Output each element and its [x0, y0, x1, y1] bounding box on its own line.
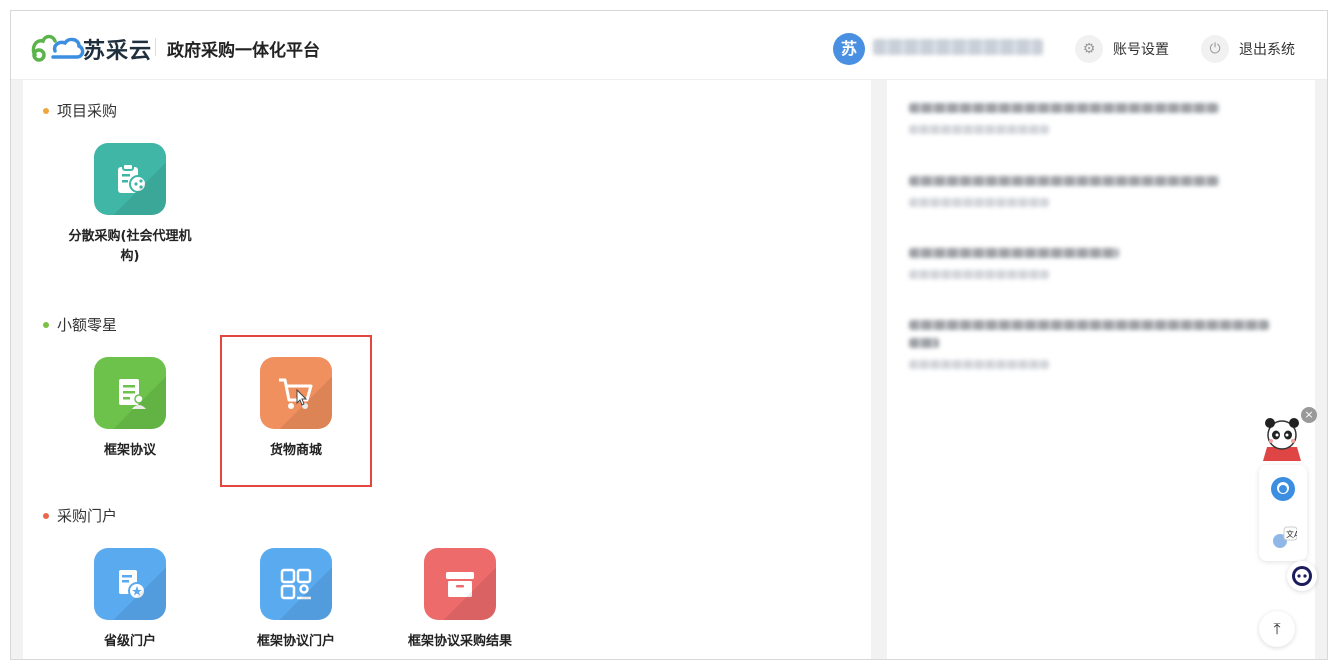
- document-star-icon: [94, 548, 166, 620]
- tile-provincial-portal[interactable]: 省级门户: [65, 548, 195, 652]
- notice-date-blurred: [909, 270, 1049, 279]
- tile-label: 框架协议采购结果: [407, 634, 512, 649]
- brand-name: 苏采云: [83, 39, 153, 64]
- notice-title-blurred: [909, 248, 1119, 258]
- section-title: 小额零星: [57, 316, 118, 334]
- float-toolbar: 文A: [1259, 465, 1307, 561]
- tile-label: 省级门户: [103, 634, 156, 649]
- notice-item[interactable]: [909, 103, 1219, 134]
- notice-title-blurred: [909, 320, 1269, 330]
- header-divider: [155, 38, 156, 56]
- gear-icon: ⚙: [1075, 35, 1103, 63]
- section-small-purchases: 小额零星: [43, 314, 117, 335]
- app-window: 苏采云 政府采购一体化平台 苏 ⚙ 账号设置 ⏻ 退出系统 项目采购 分散采购(…: [10, 10, 1328, 660]
- notice-title-blurred: [909, 176, 1219, 186]
- logout-label: 退出系统: [1239, 42, 1295, 58]
- sucaiyun-logo-icon: [31, 34, 85, 62]
- tile-label: 分散采购(社会代理机构): [68, 229, 192, 264]
- clipboard-share-icon: [94, 143, 166, 215]
- power-icon: ⏻: [1201, 35, 1229, 63]
- close-icon[interactable]: ×: [1301, 407, 1317, 423]
- notice-date-blurred: [909, 198, 1049, 207]
- top-header: 苏采云 政府采购一体化平台 苏 ⚙ 账号设置 ⏻ 退出系统: [11, 11, 1327, 80]
- notice-panel: [887, 80, 1315, 659]
- section-project-procurement: 项目采购: [43, 100, 117, 121]
- section-dot: [43, 512, 49, 519]
- document-user-icon: [94, 357, 166, 429]
- customer-service-icon[interactable]: [1271, 477, 1295, 501]
- tile-label: 框架协议门户: [256, 634, 335, 649]
- notice-title-blurred: [909, 338, 939, 348]
- notice-title-blurred: [909, 103, 1219, 113]
- app-panel: 项目采购 分散采购(社会代理机构) 小额零星 框架协议 货物商城 采购门户 省级…: [23, 80, 871, 659]
- user-avatar[interactable]: 苏: [833, 33, 865, 65]
- account-settings-button[interactable]: ⚙ 账号设置: [1075, 33, 1169, 65]
- archive-box-icon: [424, 548, 496, 620]
- notice-item[interactable]: [909, 176, 1219, 207]
- back-to-top-icon[interactable]: ⤒: [1259, 611, 1295, 647]
- grid-user-icon: [260, 548, 332, 620]
- highlight-box: [220, 335, 372, 487]
- translate-icon[interactable]: 文A: [1271, 525, 1300, 549]
- account-settings-label: 账号设置: [1113, 42, 1169, 58]
- tile-framework-agreement[interactable]: 框架协议: [65, 357, 195, 461]
- panda-assistant-icon[interactable]: [1257, 413, 1307, 465]
- notice-date-blurred: [909, 360, 1049, 369]
- platform-title: 政府采购一体化平台: [167, 41, 320, 61]
- tile-framework-results[interactable]: 框架协议采购结果: [395, 548, 525, 652]
- section-title: 采购门户: [57, 507, 118, 525]
- section-title: 项目采购: [57, 102, 118, 120]
- section-procurement-portal: 采购门户: [43, 505, 117, 526]
- notice-date-blurred: [909, 125, 1049, 134]
- notice-item[interactable]: [909, 248, 1119, 279]
- user-name-blurred: [873, 39, 1043, 55]
- chatbot-icon[interactable]: [1287, 561, 1317, 591]
- logout-button[interactable]: ⏻ 退出系统: [1201, 33, 1295, 65]
- notice-item[interactable]: [909, 320, 1269, 369]
- svg-text:文A: 文A: [1286, 529, 1297, 539]
- tile-label: 框架协议: [103, 443, 156, 458]
- section-dot: [43, 321, 49, 328]
- section-dot: [43, 107, 49, 114]
- tile-decentralized-procurement[interactable]: 分散采购(社会代理机构): [65, 143, 195, 267]
- tile-framework-portal[interactable]: 框架协议门户: [231, 548, 361, 652]
